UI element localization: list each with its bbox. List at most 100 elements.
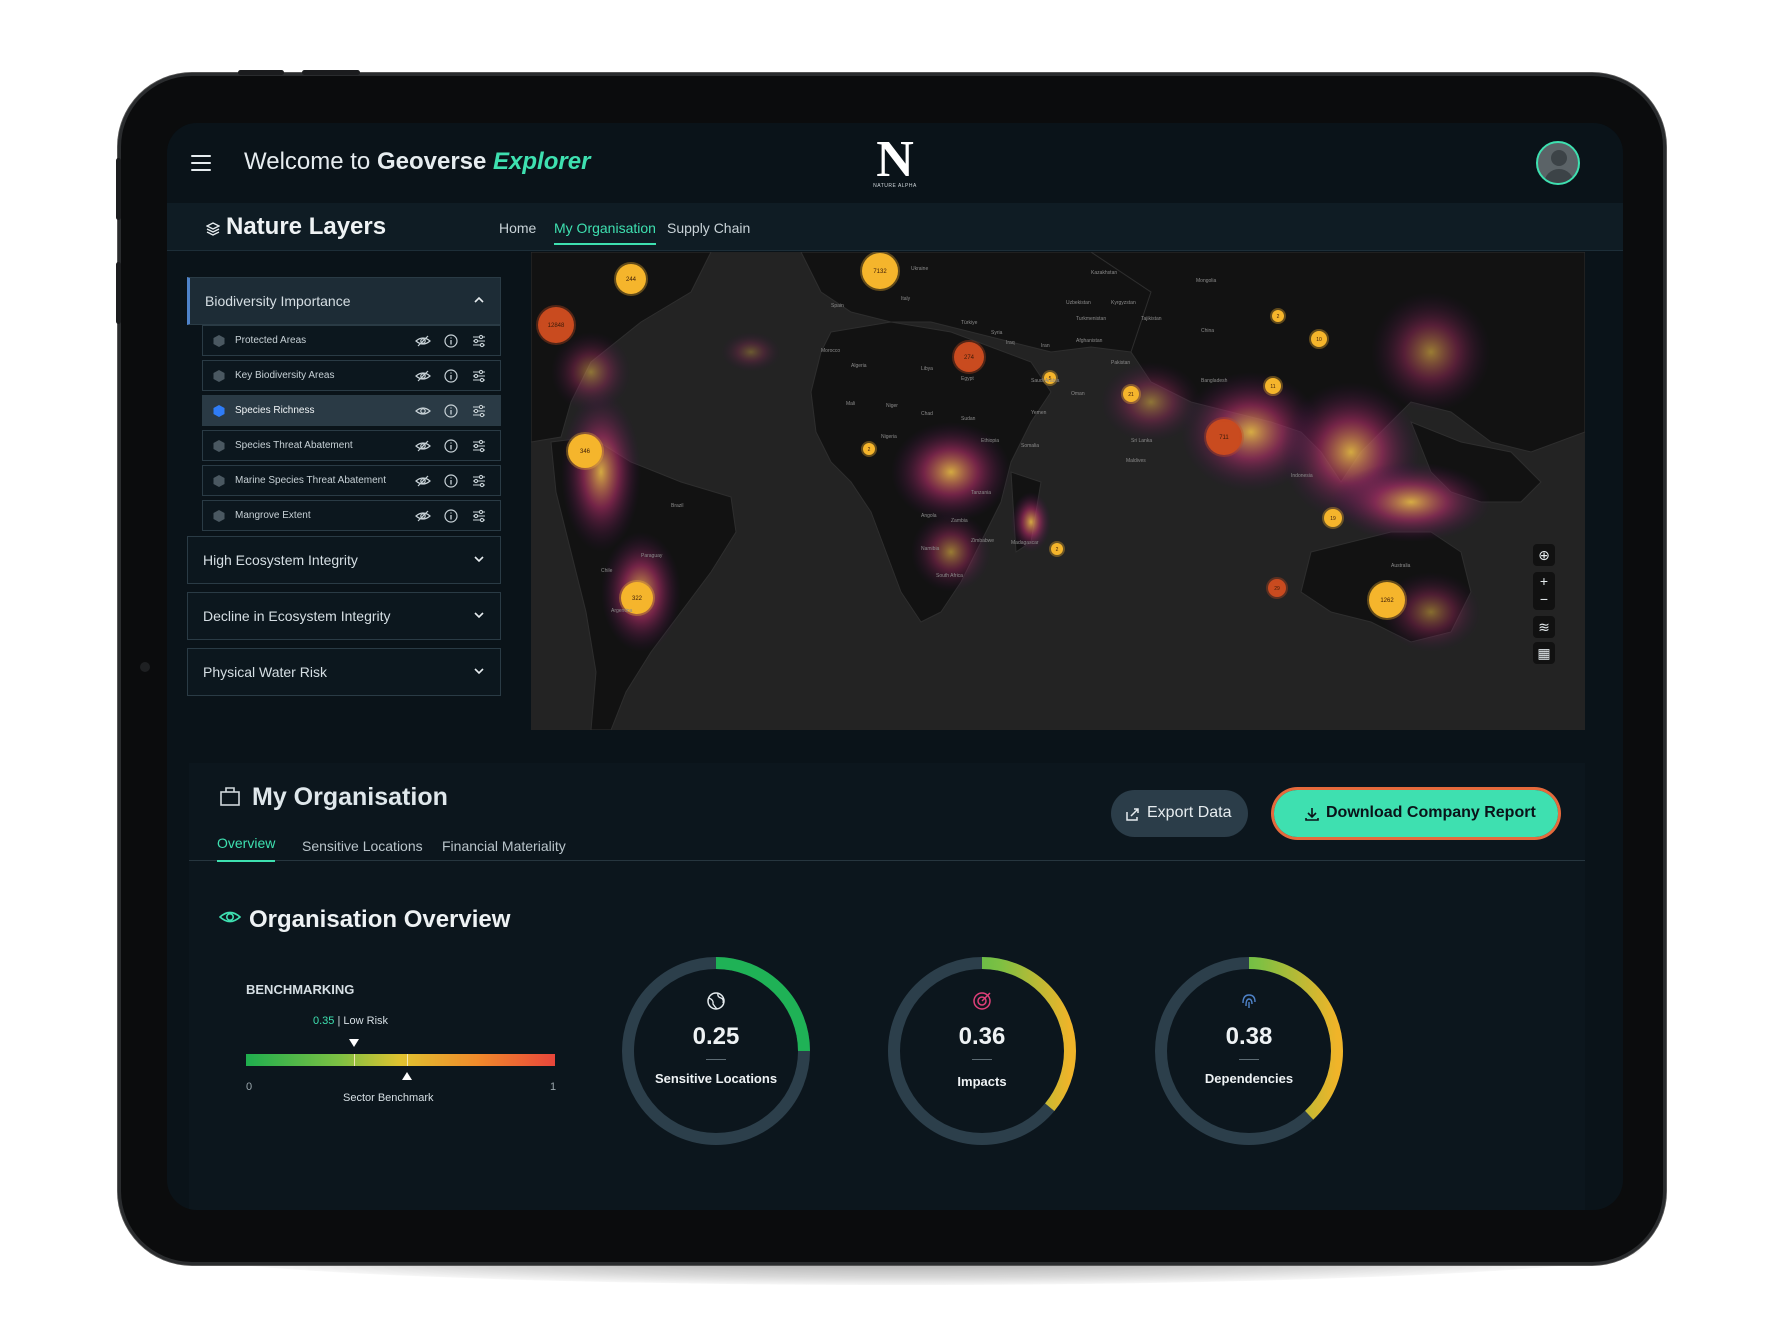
cluster-count: 2 bbox=[1277, 314, 1280, 320]
sliders-icon[interactable] bbox=[471, 368, 487, 384]
zoom-out-icon[interactable]: − bbox=[1540, 591, 1548, 607]
brand-name: Geoverse bbox=[376, 148, 487, 175]
tablet-camera bbox=[140, 662, 150, 672]
tab-my-organisation[interactable]: My Organisation bbox=[554, 220, 656, 245]
country-label: Iran bbox=[1041, 343, 1050, 349]
country-label: Argentina bbox=[611, 608, 633, 614]
hexagon-icon bbox=[213, 475, 225, 487]
section-high-ecosystem-integrity[interactable]: High Ecosystem Integrity bbox=[187, 536, 501, 584]
sliders-icon[interactable] bbox=[471, 333, 487, 349]
cluster-count: 7132 bbox=[873, 269, 887, 275]
cluster-count: 2 bbox=[868, 447, 871, 453]
cluster-count: 322 bbox=[632, 596, 643, 602]
locate-icon[interactable]: ⊕ bbox=[1533, 544, 1555, 566]
layer-row[interactable]: Marine Species Threat Abatement bbox=[202, 465, 501, 496]
briefcase-icon bbox=[220, 787, 240, 806]
country-label: Algeria bbox=[851, 363, 867, 369]
country-label: Oman bbox=[1071, 391, 1085, 397]
gauge-label: Impacts bbox=[957, 1074, 1007, 1089]
tab-financial-materiality[interactable]: Financial Materiality bbox=[442, 838, 566, 854]
section-decline-ecosystem-integrity[interactable]: Decline in Ecosystem Integrity bbox=[187, 592, 501, 640]
globe-icon bbox=[707, 992, 725, 1010]
sector-tick bbox=[407, 1054, 408, 1066]
cluster-count: 12848 bbox=[548, 323, 565, 329]
tablet-top-button bbox=[238, 70, 284, 75]
country-label: Tajikistan bbox=[1141, 316, 1162, 322]
country-label: Libya bbox=[921, 366, 933, 372]
benchmark-bar bbox=[246, 1054, 555, 1066]
eye-off-icon[interactable] bbox=[415, 368, 431, 384]
layer-row[interactable]: Protected Areas bbox=[202, 325, 501, 356]
eye-off-icon[interactable] bbox=[415, 473, 431, 489]
map-canvas[interactable]: 2447132128482743463227111262291921111025… bbox=[531, 252, 1585, 730]
eye-icon bbox=[219, 911, 241, 923]
tablet-top-button-2 bbox=[302, 70, 360, 75]
layers-icon[interactable]: ≋ bbox=[1533, 616, 1555, 638]
benchmark-min: 0 bbox=[246, 1081, 253, 1093]
app-screen: Welcome to Geoverse Explorer N NATURE AL… bbox=[167, 123, 1623, 1210]
country-label: Tanzania bbox=[971, 490, 991, 496]
eye-off-icon[interactable] bbox=[415, 508, 431, 524]
info-icon[interactable] bbox=[443, 403, 459, 419]
layer-row[interactable]: Species Threat Abatement bbox=[202, 430, 501, 461]
section-physical-water-risk[interactable]: Physical Water Risk bbox=[187, 648, 501, 696]
benchmark-score: 0.35 bbox=[313, 1015, 335, 1027]
map-icon[interactable]: ▦ bbox=[1533, 642, 1555, 664]
eye-icon[interactable] bbox=[415, 403, 431, 419]
logo-mark: N bbox=[876, 131, 914, 188]
gauge-sensitive-locations: 0.25 Sensitive Locations bbox=[606, 941, 826, 1161]
chevron-down-icon bbox=[474, 556, 484, 563]
country-label: Türkiye bbox=[961, 320, 978, 326]
tablet-side-button-2 bbox=[116, 262, 121, 324]
info-icon[interactable] bbox=[443, 438, 459, 454]
benchmark-max: 1 bbox=[550, 1081, 557, 1093]
sliders-icon[interactable] bbox=[471, 438, 487, 454]
sliders-icon[interactable] bbox=[471, 403, 487, 419]
overview-title: Organisation Overview bbox=[249, 906, 511, 933]
country-label: Iraq bbox=[1006, 340, 1015, 346]
info-icon[interactable] bbox=[443, 508, 459, 524]
cluster-count: 274 bbox=[964, 355, 975, 361]
eye-off-icon[interactable] bbox=[415, 333, 431, 349]
user-avatar[interactable] bbox=[1536, 141, 1580, 185]
info-icon[interactable] bbox=[443, 473, 459, 489]
tab-supply-chain[interactable]: Supply Chain bbox=[667, 220, 750, 236]
country-label: Morocco bbox=[821, 348, 840, 354]
sub-header: Nature Layers Home My Organisation Suppl… bbox=[167, 203, 1623, 251]
country-label: Madagascar bbox=[1011, 540, 1039, 546]
benchmark-risk: | Low Risk bbox=[337, 1015, 389, 1027]
country-label: Turkmenistan bbox=[1076, 316, 1106, 322]
sliders-icon[interactable] bbox=[471, 508, 487, 524]
gauge-label: Sensitive Locations bbox=[654, 1071, 778, 1086]
layer-row[interactable]: Mangrove Extent bbox=[202, 500, 501, 531]
benchmark-value: 0.35 | Low Risk bbox=[313, 1015, 388, 1027]
logo-text: NATURE ALPHA bbox=[873, 183, 917, 189]
nature-alpha-logo[interactable]: N NATURE ALPHA bbox=[865, 131, 925, 193]
info-icon[interactable] bbox=[443, 368, 459, 384]
company-marker bbox=[349, 1039, 359, 1047]
eye-off-icon[interactable] bbox=[415, 438, 431, 454]
tab-overview[interactable]: Overview bbox=[217, 835, 276, 862]
section-biodiversity-importance[interactable]: Biodiversity Importance bbox=[187, 277, 501, 325]
country-label: Bangladesh bbox=[1201, 378, 1228, 384]
tab-sensitive-locations[interactable]: Sensitive Locations bbox=[302, 838, 423, 854]
info-icon[interactable] bbox=[443, 333, 459, 349]
country-label: Somalia bbox=[1021, 443, 1039, 449]
welcome-title: Welcome to Geoverse Explorer bbox=[244, 148, 590, 176]
tab-home[interactable]: Home bbox=[499, 220, 536, 236]
gauge-dependencies: 0.38 Dependencies bbox=[1139, 941, 1359, 1161]
sector-marker bbox=[402, 1072, 412, 1080]
menu-icon[interactable] bbox=[191, 155, 211, 171]
country-label: Niger bbox=[886, 403, 898, 409]
sliders-icon[interactable] bbox=[471, 473, 487, 489]
country-label: Indonesia bbox=[1291, 473, 1313, 479]
section-label: Decline in Ecosystem Integrity bbox=[203, 608, 391, 624]
zoom-control[interactable]: + − bbox=[1533, 572, 1555, 610]
zoom-in-icon[interactable]: + bbox=[1540, 573, 1548, 589]
country-label: Nigeria bbox=[881, 434, 897, 440]
cluster-count: 29 bbox=[1274, 586, 1280, 592]
country-label: China bbox=[1201, 328, 1214, 334]
layer-row[interactable]: Key Biodiversity Areas bbox=[202, 360, 501, 391]
layer-row[interactable]: Species Richness bbox=[202, 395, 501, 426]
world-map[interactable]: 244 7132 12848 274 346 322 711 1262 29 19 21 11 10 2 5… bbox=[531, 252, 1585, 730]
